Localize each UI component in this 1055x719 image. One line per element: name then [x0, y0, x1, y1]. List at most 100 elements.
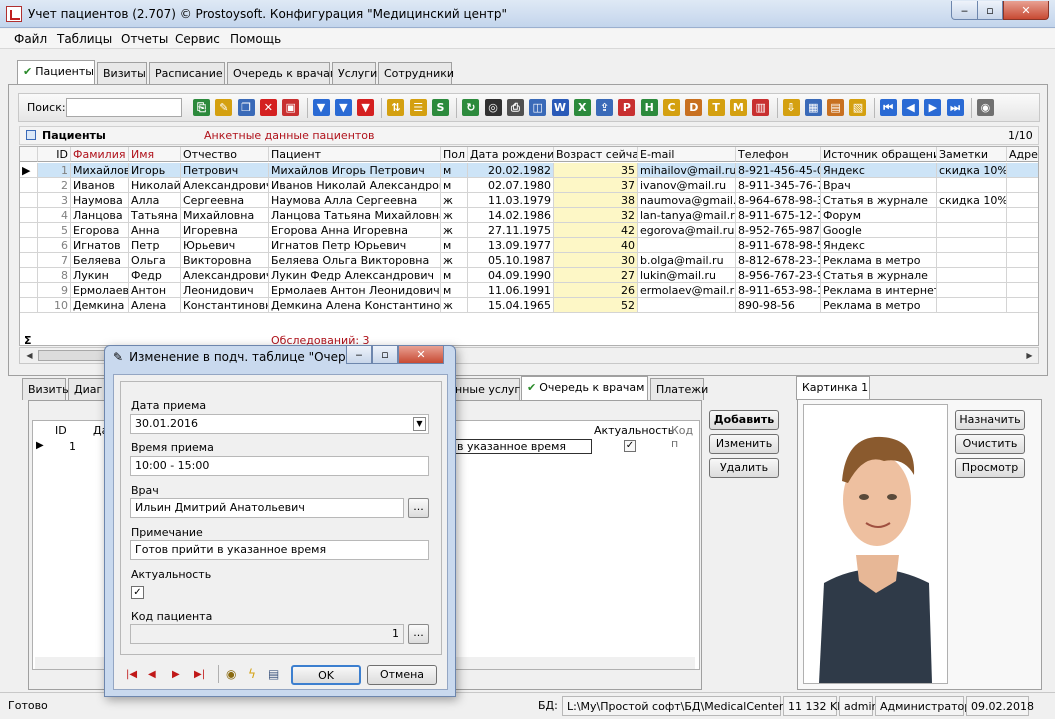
cell-middlename[interactable]: Викторовна	[181, 253, 269, 268]
cell-notes[interactable]	[937, 268, 1007, 283]
cell-age[interactable]: 27	[554, 268, 638, 283]
prev-icon[interactable]: ◀	[902, 99, 919, 116]
cell-source[interactable]: Врач	[821, 178, 937, 193]
cell-age[interactable]: 32	[554, 208, 638, 223]
doctor-lookup-button[interactable]: ...	[408, 498, 429, 518]
cell-birthdate[interactable]: 04.09.1990	[468, 268, 554, 283]
cell-lastname[interactable]: Ланцова	[71, 208, 129, 223]
cell-notes[interactable]	[937, 238, 1007, 253]
delete-all-icon[interactable]: ▣	[282, 99, 300, 116]
globe-icon[interactable]: ◉	[226, 667, 236, 681]
cell-phone[interactable]: 8-956-767-23-98	[736, 268, 821, 283]
cell-source[interactable]: Яндекс	[821, 163, 937, 178]
tab-services[interactable]: Услуги	[332, 62, 377, 84]
table-row[interactable]: 6 Игнатов Петр Юрьевич Игнатов Петр Юрьевич м…	[20, 238, 1038, 253]
tab-staff[interactable]: Сотрудники	[378, 62, 454, 84]
refresh-icon[interactable]: ↻	[462, 99, 480, 116]
cell-age[interactable]: 42	[554, 223, 638, 238]
cell-email[interactable]: mihailov@mail.ru	[638, 163, 736, 178]
tab-sub-payments[interactable]: Платежи	[650, 378, 708, 400]
cell-source[interactable]: Реклама в метро	[821, 298, 937, 313]
dbf-icon[interactable]: D	[685, 99, 703, 116]
cell-middlename[interactable]: Михайловна	[181, 208, 269, 223]
cell-age[interactable]: 35	[554, 163, 638, 178]
cell-gender[interactable]: м	[441, 268, 468, 283]
table-row[interactable]: 9 Ермолаев Антон Леонидович Ермолаев Антон Л…	[20, 283, 1038, 298]
word-icon[interactable]: W	[551, 99, 569, 116]
cell-lastname[interactable]: Михайлов	[71, 163, 129, 178]
binoculars-icon[interactable]: ◎	[484, 99, 502, 116]
sql-icon[interactable]: S	[432, 99, 449, 116]
close-button[interactable]: ✕	[1003, 1, 1049, 20]
cell-id[interactable]: 4	[38, 208, 71, 223]
cell-patient[interactable]: Ланцова Татьяна Михайловна	[269, 208, 441, 223]
txt-icon[interactable]: T	[707, 99, 725, 116]
cell-notes[interactable]	[937, 253, 1007, 268]
cell-birthdate[interactable]: 05.10.1987	[468, 253, 554, 268]
cell-id[interactable]: 9	[38, 283, 71, 298]
cell-email[interactable]	[638, 238, 736, 253]
cell-notes[interactable]	[937, 298, 1007, 313]
pencil-icon[interactable]: ✎	[215, 99, 233, 116]
cell-source[interactable]: Google	[821, 223, 937, 238]
cell-firstname[interactable]: Игорь	[129, 163, 181, 178]
cell-firstname[interactable]: Антон	[129, 283, 181, 298]
cell-lastname[interactable]: Игнатов	[71, 238, 129, 253]
doctor-input[interactable]: Ильин Дмитрий Анатольевич	[130, 498, 404, 518]
menu-help[interactable]: Помощь	[230, 32, 281, 46]
cell-lastname[interactable]: Егорова	[71, 223, 129, 238]
table-row[interactable]: 2 Иванов Николай Александрович Иванов Никола…	[20, 178, 1038, 193]
cell-gender[interactable]: ж	[441, 193, 468, 208]
cell-email[interactable]: egorova@mail.ru	[638, 223, 736, 238]
cell-firstname[interactable]: Федр	[129, 268, 181, 283]
import-icon[interactable]: ⇩	[782, 99, 800, 116]
cell-source[interactable]: Статья в журнале	[821, 193, 937, 208]
delete-button[interactable]: Удалить	[709, 458, 779, 478]
cell-patient[interactable]: Беляева Ольга Викторовна	[269, 253, 441, 268]
cell-notes[interactable]	[937, 178, 1007, 193]
first-record-icon[interactable]: |◀	[126, 669, 137, 680]
col-birthdate[interactable]: Дата рождения	[468, 147, 554, 162]
cell-middlename[interactable]: Петрович	[181, 163, 269, 178]
filter-clear-icon[interactable]: ▼	[357, 99, 375, 116]
cell-email[interactable]: ermolaev@mail.ru	[638, 283, 736, 298]
cell-birthdate[interactable]: 27.11.1975	[468, 223, 554, 238]
cell-firstname[interactable]: Алла	[129, 193, 181, 208]
col-address[interactable]: Адре	[1007, 147, 1038, 162]
cell-birthdate[interactable]: 11.06.1991	[468, 283, 554, 298]
pdf-icon[interactable]: P	[618, 99, 636, 116]
cell-notes[interactable]: скидка 10%.	[937, 163, 1007, 178]
next-record-icon[interactable]: ▶	[172, 669, 180, 680]
grid-header-row[interactable]: ID Фамилия Имя Отчество Пациент Пол Дата рожде…	[20, 147, 1038, 162]
dialog-minimize-button[interactable]: ‒	[346, 346, 372, 364]
duplicate-icon[interactable]: ❐	[237, 99, 255, 116]
chart-icon[interactable]: ▥	[752, 99, 770, 116]
cell-age[interactable]: 40	[554, 238, 638, 253]
col-gender[interactable]: Пол	[441, 147, 468, 162]
cell-id[interactable]: 7	[38, 253, 71, 268]
table-row[interactable]: 5 Егорова Анна Игоревна Егорова Анна Игоревн…	[20, 223, 1038, 238]
last-record-icon[interactable]: ▶|	[194, 669, 205, 680]
col-firstname[interactable]: Имя	[129, 147, 181, 162]
cell-source[interactable]: Форум	[821, 208, 937, 223]
report-icon[interactable]: ▤	[827, 99, 845, 116]
dialog-close-button[interactable]: ✕	[398, 346, 444, 364]
cell-patient[interactable]: Лукин Федр Александрович	[269, 268, 441, 283]
table-row[interactable]: ▶ 1 Михайлов Игорь Петрович Михайлов Игорь Пе…	[20, 163, 1038, 178]
cell-middlename[interactable]: Александрович	[181, 178, 269, 193]
cell-lastname[interactable]: Демкина	[71, 298, 129, 313]
cell-middlename[interactable]: Александрович	[181, 268, 269, 283]
clear-button[interactable]: Очистить	[955, 434, 1025, 454]
calculator-icon[interactable]: ▦	[804, 99, 822, 116]
next-icon[interactable]: ▶	[924, 99, 942, 116]
scroll-left-icon[interactable]: ◀	[22, 349, 37, 363]
cell-id[interactable]: 6	[38, 238, 71, 253]
cell-lastname[interactable]: Наумова	[71, 193, 129, 208]
cell-birthdate[interactable]: 14.02.1986	[468, 208, 554, 223]
tab-sub-services[interactable]: нные услуги	[450, 378, 527, 400]
col-source[interactable]: Источник обращения	[821, 147, 937, 162]
copy-record-icon[interactable]: ⎘	[193, 99, 210, 116]
last-icon[interactable]: ⏭	[946, 99, 964, 116]
tab-visits[interactable]: Визиты	[97, 62, 147, 84]
cell-firstname[interactable]: Петр	[129, 238, 181, 253]
